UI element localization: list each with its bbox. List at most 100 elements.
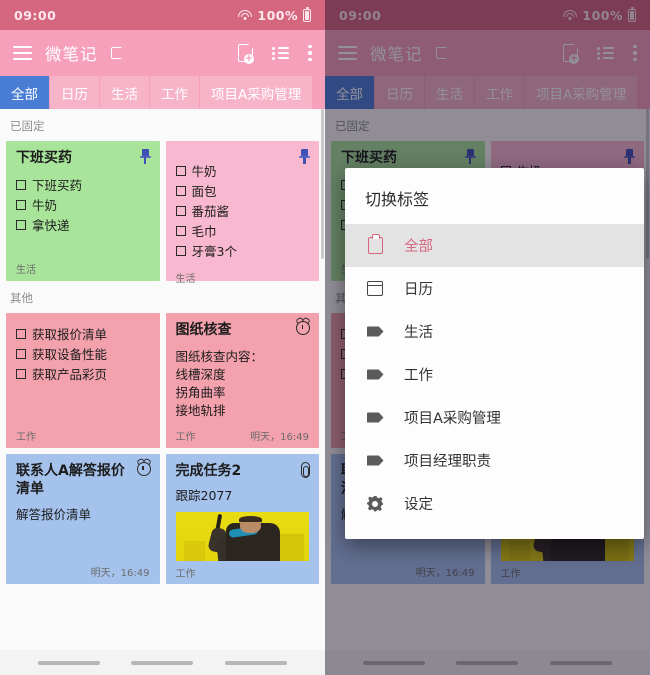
checkbox-icon[interactable] [16, 179, 26, 190]
menu-item-work[interactable]: 工作 [345, 353, 644, 396]
checkbox-icon[interactable] [175, 166, 186, 176]
checklist-label: 番茄酱 [191, 204, 230, 219]
note-date: 明天，16:49 [250, 432, 309, 443]
note-checklist: 获取报价清单 获取设备性能 获取产品彩页 [16, 325, 150, 385]
checklist-item: 毛巾 [175, 222, 310, 242]
tag-icon [365, 455, 385, 467]
menu-item-calendar[interactable]: 日历 [345, 267, 644, 310]
note-tag: 生活 [16, 265, 36, 276]
clipboard-icon [365, 234, 385, 254]
note-card-other-4[interactable]: 完成任务2 跟踪2077 工作 [165, 454, 319, 584]
scrollbar[interactable] [321, 109, 324, 259]
checklist-label: 牛奶 [191, 164, 217, 179]
pin-icon[interactable] [139, 149, 151, 164]
checkbox-icon[interactable] [16, 369, 26, 379]
new-note-icon[interactable] [238, 44, 254, 64]
note-card-other-3[interactable]: 联系人A解答报价清单 解答报价清单 明天，16:49 [6, 454, 160, 584]
wifi-icon [238, 9, 253, 21]
nav-home-button[interactable] [131, 660, 194, 665]
checkbox-icon[interactable] [16, 199, 26, 210]
menu-item-label: 生活 [404, 325, 433, 341]
checklist-item: 牛奶 [16, 196, 150, 216]
checkbox-icon[interactable] [175, 226, 186, 236]
menu-item-label: 项目A采购管理 [404, 411, 501, 427]
menu-item-label: 全部 [404, 239, 433, 255]
alarm-icon[interactable] [136, 462, 151, 476]
tag-icon [365, 369, 385, 381]
checklist-label: 牛奶 [32, 197, 58, 213]
section-pinned-label: 已固定 [10, 119, 45, 133]
menu-item-pm-duties[interactable]: 项目经理职责 [345, 439, 644, 482]
checklist-label: 获取报价清单 [32, 327, 108, 342]
checkbox-icon[interactable] [16, 349, 26, 359]
pin-icon[interactable] [299, 149, 310, 164]
nav-recents-button[interactable] [225, 660, 288, 665]
note-tag: 工作 [175, 432, 196, 443]
menu-item-life[interactable]: 生活 [345, 310, 644, 353]
checklist-item: 牙膏3个 [175, 242, 310, 262]
dialog-title: 切换标签 [365, 190, 430, 209]
hamburger-icon[interactable] [13, 46, 32, 60]
menu-item-label: 设定 [404, 497, 433, 513]
status-bar-time: 09:00 [14, 7, 57, 23]
checklist-label: 下班买药 [32, 177, 83, 193]
tab-work[interactable]: 工作 [150, 76, 200, 109]
gear-icon [365, 496, 385, 512]
checklist-item: 番茄酱 [175, 202, 310, 222]
note-body: 跟踪2077 [175, 487, 233, 503]
checkbox-icon[interactable] [175, 206, 186, 216]
checklist-item: 获取设备性能 [16, 345, 150, 365]
switch-tag-dialog: 切换标签 全部 日历 生活 工作 项目A采购管理 项目经理职责 设定 [345, 168, 644, 539]
checklist-item: 面包 [175, 182, 310, 202]
note-body: 解答报价清单 [16, 507, 92, 522]
screenshot-stage: 09:00 100% 微笔记 全部 日历 生活 工作 项目A采购管理 [0, 0, 650, 675]
section-other-label: 其他 [10, 291, 33, 305]
note-card-pinned-1[interactable]: 下班买药 下班买药 牛奶 拿快递 生活 [6, 141, 160, 281]
app-bar: 微笔记 [0, 30, 325, 76]
note-checklist: 下班买药 牛奶 拿快递 [16, 176, 150, 236]
tab-project-a[interactable]: 项目A采购管理 [200, 76, 314, 109]
nav-back-button[interactable] [37, 660, 100, 665]
more-vert-icon[interactable] [308, 45, 312, 61]
note-card-other-1[interactable]: 获取报价清单 获取设备性能 获取产品彩页 工作 [6, 313, 160, 448]
pinned-col-left: 下班买药 下班买药 牛奶 拿快递 生活 [6, 141, 160, 281]
checklist-item: 牛奶 [175, 162, 310, 182]
android-nav-bar [0, 650, 325, 675]
checkbox-icon[interactable] [175, 246, 186, 256]
note-card-pinned-2[interactable]: 牛奶 面包 番茄酱 毛巾 牙膏3个 生活 [165, 141, 319, 285]
note-footer: 工作 [16, 420, 150, 443]
checkbox-icon[interactable] [175, 186, 186, 196]
menu-item-settings[interactable]: 设定 [345, 482, 644, 525]
alarm-icon[interactable] [296, 321, 310, 335]
menu-item-all[interactable]: 全部 [345, 224, 644, 267]
pinned-grid: 下班买药 下班买药 牛奶 拿快递 生活 [6, 141, 319, 285]
note-date: 明天，16:49 [90, 568, 150, 579]
note-tag: 生活 [175, 274, 196, 285]
note-title: 下班买药 [16, 150, 72, 166]
note-title: 图纸核查 [175, 322, 232, 338]
checklist-label: 牙膏3个 [191, 244, 237, 259]
tab-all[interactable]: 全部 [0, 76, 50, 109]
checkbox-icon[interactable] [16, 219, 26, 230]
checklist-label: 面包 [191, 184, 217, 199]
app-bar-actions [238, 44, 312, 64]
checklist-item: 下班买药 [16, 176, 150, 196]
tag-icon[interactable] [111, 47, 126, 59]
checkbox-icon[interactable] [16, 329, 26, 339]
phone-right: 09:00 100% 微笔记 全部 日历 生活 工作 项目A采购管理 [325, 0, 650, 675]
app-title: 微笔记 [45, 45, 98, 64]
notes-content: 已固定 下班买药 下班买药 牛奶 拿快递 生活 [0, 109, 325, 650]
note-card-other-2[interactable]: 图纸核查 图纸核查内容： 线槽深度 拐角曲率 接地轨排 工作 明天，16:49 [165, 313, 319, 448]
list-view-icon[interactable] [272, 47, 289, 60]
tab-calendar[interactable]: 日历 [50, 76, 100, 109]
note-tag: 工作 [16, 432, 36, 443]
note-footer: 生活 [16, 253, 150, 276]
checklist-item: 获取产品彩页 [16, 365, 150, 385]
note-thumbnail[interactable] [175, 511, 309, 561]
menu-item-project-a[interactable]: 项目A采购管理 [345, 396, 644, 439]
tab-life[interactable]: 生活 [100, 76, 150, 109]
phone-left: 09:00 100% 微笔记 全部 日历 生活 工作 项目A采购管理 [0, 0, 325, 675]
menu-item-label: 项目经理职责 [404, 454, 491, 470]
checklist-item: 拿快递 [16, 216, 150, 236]
attachment-icon[interactable] [301, 462, 310, 478]
